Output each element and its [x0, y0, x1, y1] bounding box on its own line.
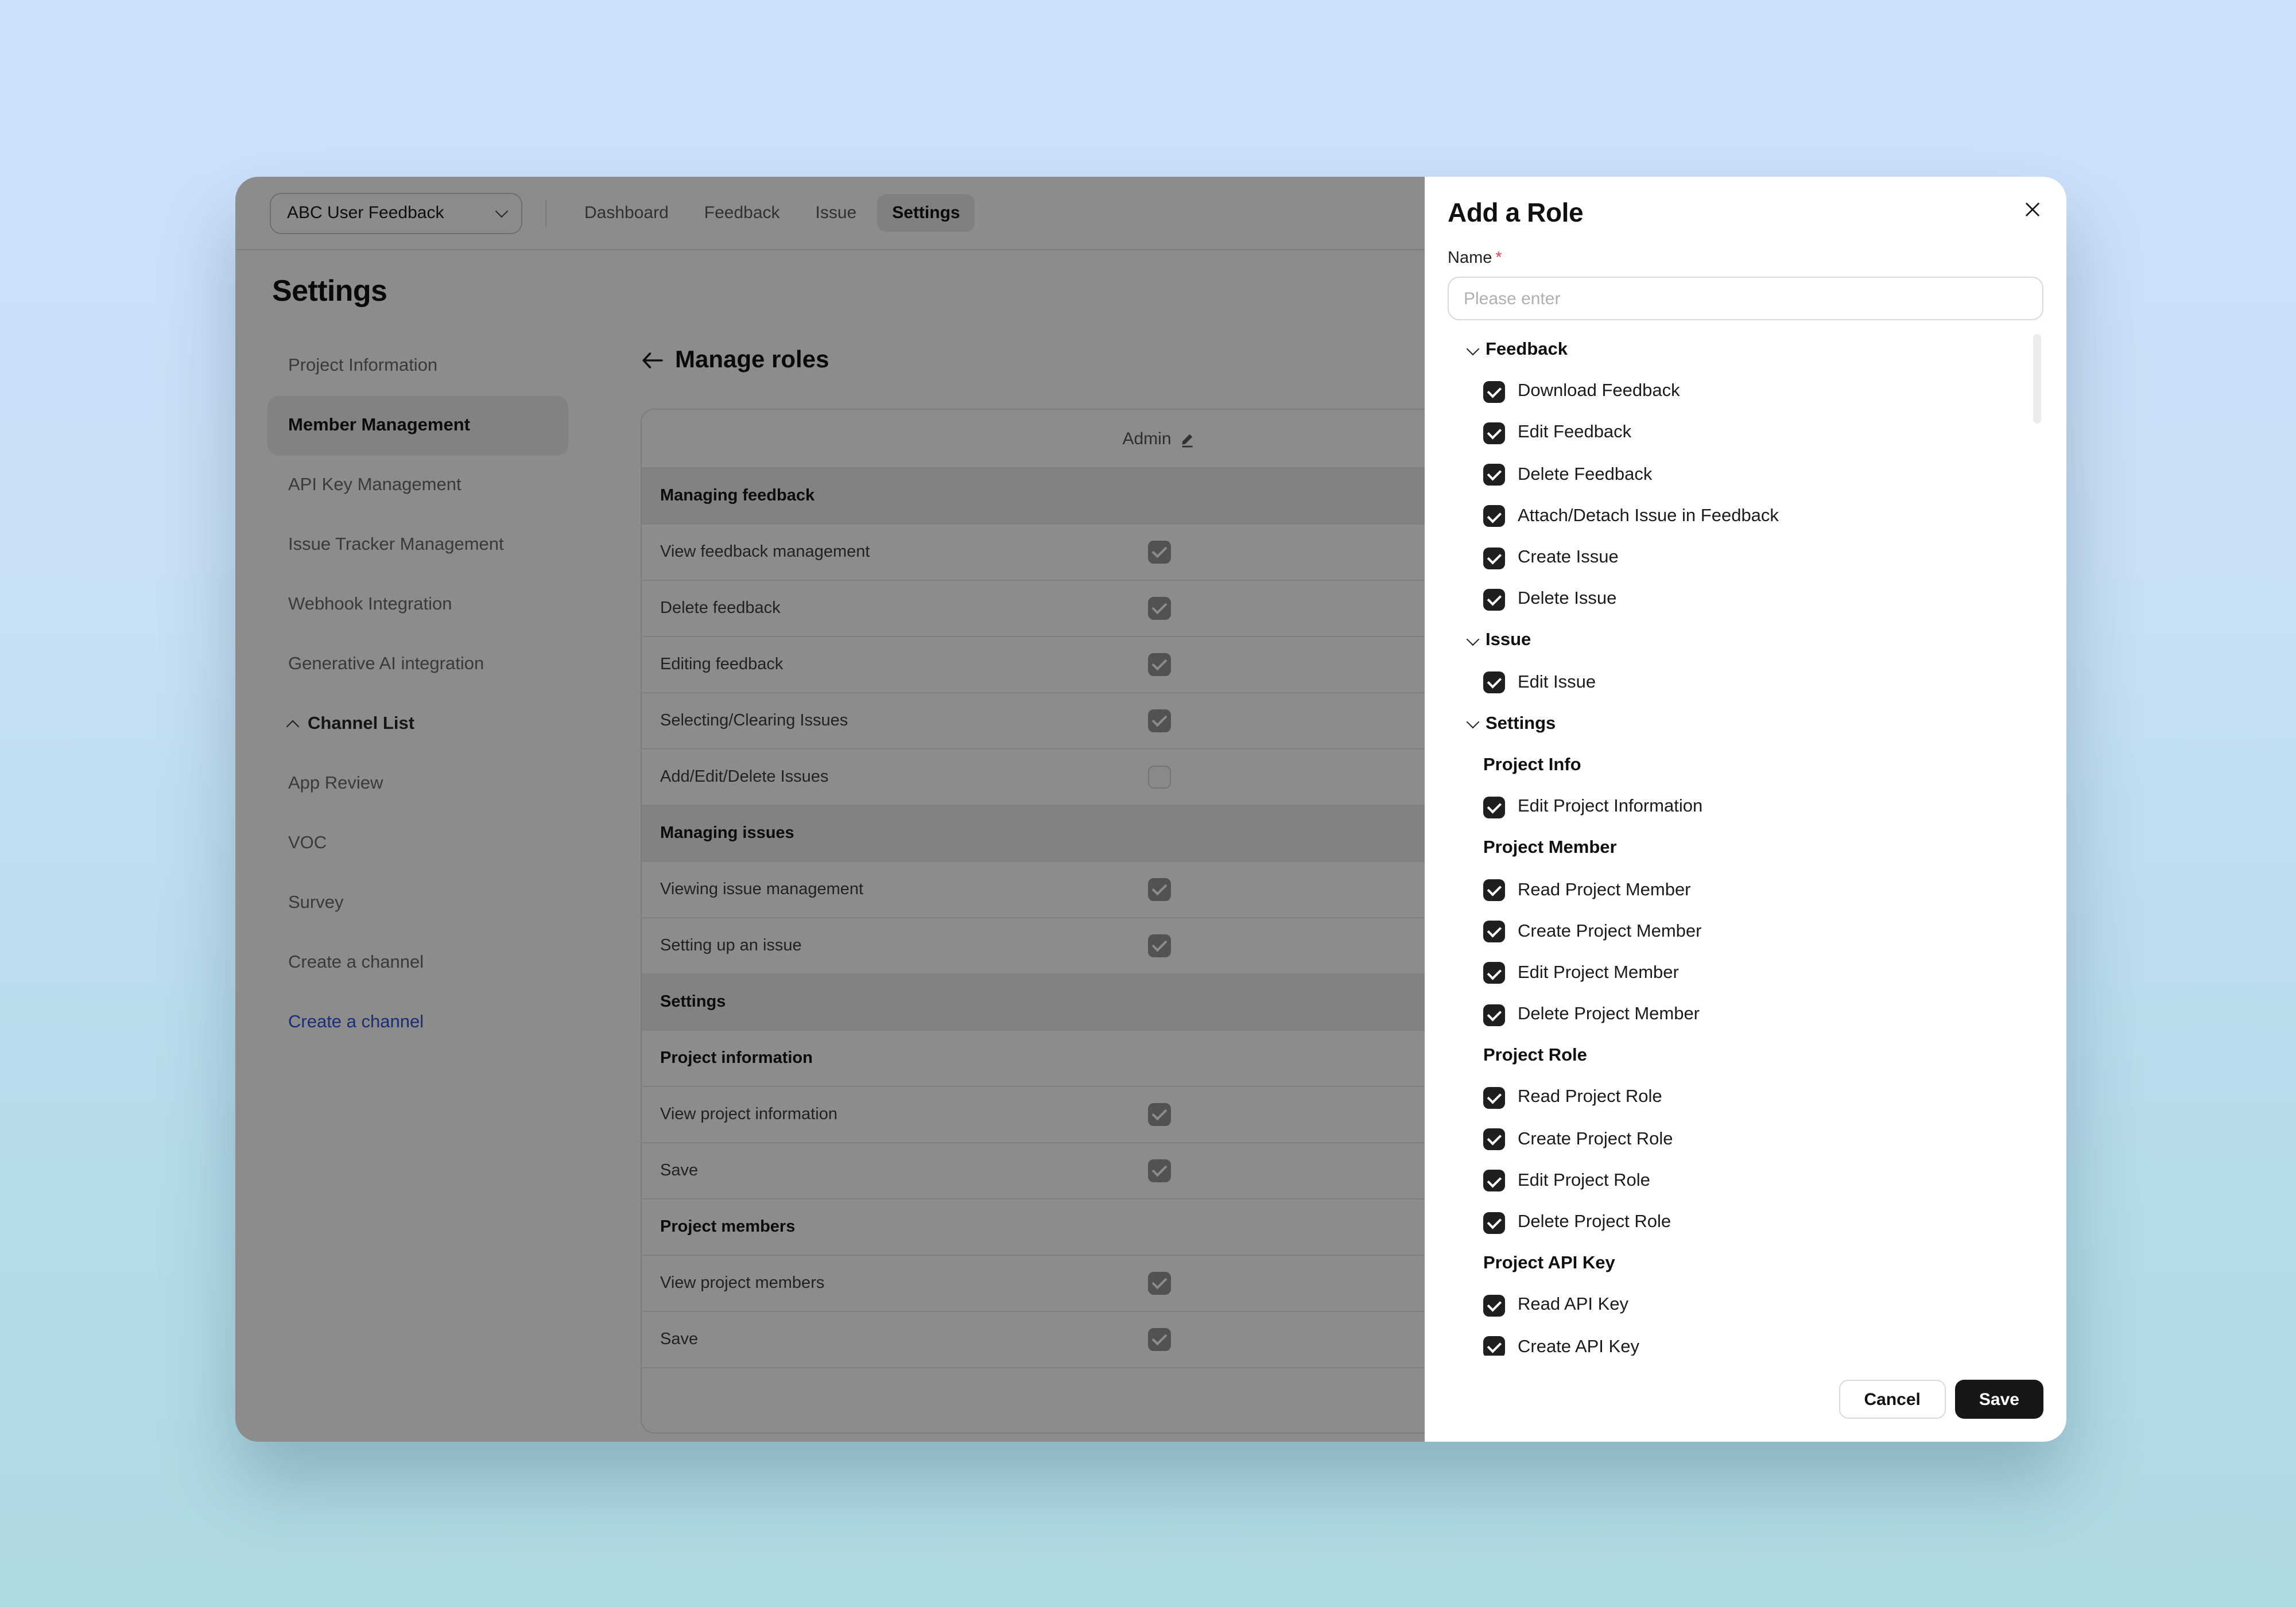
- permission-item-create-project-member[interactable]: Create Project Member: [1448, 911, 2043, 952]
- permission-group-settings[interactable]: Settings: [1448, 703, 2043, 744]
- page: ABC User Feedback DashboardFeedbackIssue…: [0, 0, 2296, 1607]
- drawer-title: Add a Role: [1448, 197, 1583, 228]
- chevron-down-icon: [1467, 342, 1480, 355]
- permission-item-read-project-role[interactable]: Read Project Role: [1448, 1077, 2043, 1119]
- permission-label: Edit Project Role: [1518, 1171, 1650, 1191]
- permission-item-read-project-member[interactable]: Read Project Member: [1448, 870, 2043, 911]
- add-role-drawer: Add a Role Name* Feedback Download Feedba…: [1425, 177, 2066, 1442]
- permission-label: Create Project Role: [1518, 1129, 1673, 1150]
- permission-label: Create API Key: [1518, 1337, 1639, 1356]
- permission-list: Feedback Download Feedback Edit Feedback De…: [1448, 329, 2043, 1356]
- permission-item-edit-project-information[interactable]: Edit Project Information: [1448, 786, 2043, 828]
- permission-label: Delete Issue: [1518, 589, 1616, 610]
- permission-label: Read Project Role: [1518, 1088, 1662, 1108]
- permission-item-download-feedback[interactable]: Download Feedback: [1448, 371, 2043, 412]
- checkbox-checked[interactable]: [1483, 1128, 1505, 1150]
- permission-label: Create Issue: [1518, 548, 1619, 568]
- permission-group-feedback[interactable]: Feedback: [1448, 329, 2043, 371]
- checkbox-checked[interactable]: [1483, 1212, 1505, 1233]
- save-button[interactable]: Save: [1955, 1380, 2043, 1419]
- permission-label: Delete Project Member: [1518, 1004, 1700, 1025]
- permission-item-edit-issue[interactable]: Edit Issue: [1448, 662, 2043, 703]
- permission-item-read-api-key[interactable]: Read API Key: [1448, 1285, 2043, 1326]
- checkbox-checked[interactable]: [1483, 547, 1505, 569]
- permission-item-create-project-role[interactable]: Create Project Role: [1448, 1119, 2043, 1160]
- checkbox-checked[interactable]: [1483, 588, 1505, 610]
- checkbox-checked[interactable]: [1483, 921, 1505, 942]
- permission-item-edit-feedback[interactable]: Edit Feedback: [1448, 413, 2043, 454]
- permission-label: Download Feedback: [1518, 382, 1680, 402]
- required-marker: *: [1495, 249, 1502, 267]
- permission-item-create-issue[interactable]: Create Issue: [1448, 537, 2043, 579]
- chevron-down-icon: [1467, 632, 1480, 646]
- permission-heading-label: Project Role: [1483, 1046, 1587, 1067]
- app-window: ABC User Feedback DashboardFeedbackIssue…: [235, 177, 2066, 1442]
- role-name-input[interactable]: [1448, 277, 2043, 320]
- permission-label: Edit Project Information: [1518, 797, 1702, 817]
- checkbox-checked[interactable]: [1483, 1170, 1505, 1192]
- permission-label: Edit Project Member: [1518, 963, 1679, 984]
- permission-label: Edit Issue: [1518, 672, 1596, 693]
- permission-label: Read API Key: [1518, 1295, 1628, 1316]
- permission-item-edit-project-member[interactable]: Edit Project Member: [1448, 953, 2043, 994]
- checkbox-checked[interactable]: [1483, 506, 1505, 527]
- permission-label: Delete Project Role: [1518, 1212, 1671, 1233]
- permission-item-edit-project-role[interactable]: Edit Project Role: [1448, 1160, 2043, 1202]
- permission-label: Create Project Member: [1518, 921, 1701, 942]
- drawer-footer: Cancel Save: [1839, 1380, 2044, 1419]
- permission-heading-label: Project Info: [1483, 755, 1581, 776]
- checkbox-checked[interactable]: [1483, 1087, 1505, 1109]
- checkbox-checked[interactable]: [1483, 962, 1505, 984]
- checkbox-checked[interactable]: [1483, 1004, 1505, 1026]
- permission-item-delete-issue[interactable]: Delete Issue: [1448, 579, 2043, 620]
- checkbox-checked[interactable]: [1483, 879, 1505, 901]
- checkbox-checked[interactable]: [1483, 422, 1505, 444]
- permission-label: Attach/Detach Issue in Feedback: [1518, 506, 1779, 527]
- permission-group-issue[interactable]: Issue: [1448, 620, 2043, 662]
- name-label: Name*: [1448, 249, 2043, 267]
- close-icon[interactable]: [2024, 201, 2041, 218]
- checkbox-checked[interactable]: [1483, 671, 1505, 693]
- permission-heading-label: Issue: [1486, 631, 1531, 651]
- checkbox-checked[interactable]: [1483, 464, 1505, 486]
- checkbox-checked[interactable]: [1483, 381, 1505, 403]
- permission-label: Read Project Member: [1518, 880, 1691, 900]
- permission-subheading-project-member: Project Member: [1448, 828, 2043, 870]
- permission-heading-label: Settings: [1486, 714, 1556, 735]
- permission-item-delete-project-member[interactable]: Delete Project Member: [1448, 994, 2043, 1035]
- drawer-header: Add a Role: [1448, 197, 2043, 228]
- permission-heading-label: Project API Key: [1483, 1253, 1615, 1274]
- cancel-button[interactable]: Cancel: [1839, 1380, 1946, 1419]
- permission-label: Edit Feedback: [1518, 423, 1631, 444]
- permission-item-create-api-key[interactable]: Create API Key: [1448, 1326, 2043, 1356]
- permission-item-delete-project-role[interactable]: Delete Project Role: [1448, 1202, 2043, 1243]
- permission-item-attach-detach-issue-in-feedback[interactable]: Attach/Detach Issue in Feedback: [1448, 496, 2043, 537]
- permission-subheading-project-info: Project Info: [1448, 745, 2043, 786]
- permission-subheading-project-api-key: Project API Key: [1448, 1243, 2043, 1284]
- checkbox-checked[interactable]: [1483, 1295, 1505, 1317]
- chevron-down-icon: [1467, 716, 1480, 729]
- scrollbar-thumb[interactable]: [2033, 334, 2041, 424]
- permission-subheading-project-role: Project Role: [1448, 1035, 2043, 1077]
- checkbox-checked[interactable]: [1483, 796, 1505, 818]
- permission-item-delete-feedback[interactable]: Delete Feedback: [1448, 454, 2043, 495]
- permission-heading-label: Project Member: [1483, 839, 1617, 859]
- permission-label: Delete Feedback: [1518, 464, 1652, 485]
- permission-heading-label: Feedback: [1486, 340, 1568, 360]
- checkbox-checked[interactable]: [1483, 1336, 1505, 1356]
